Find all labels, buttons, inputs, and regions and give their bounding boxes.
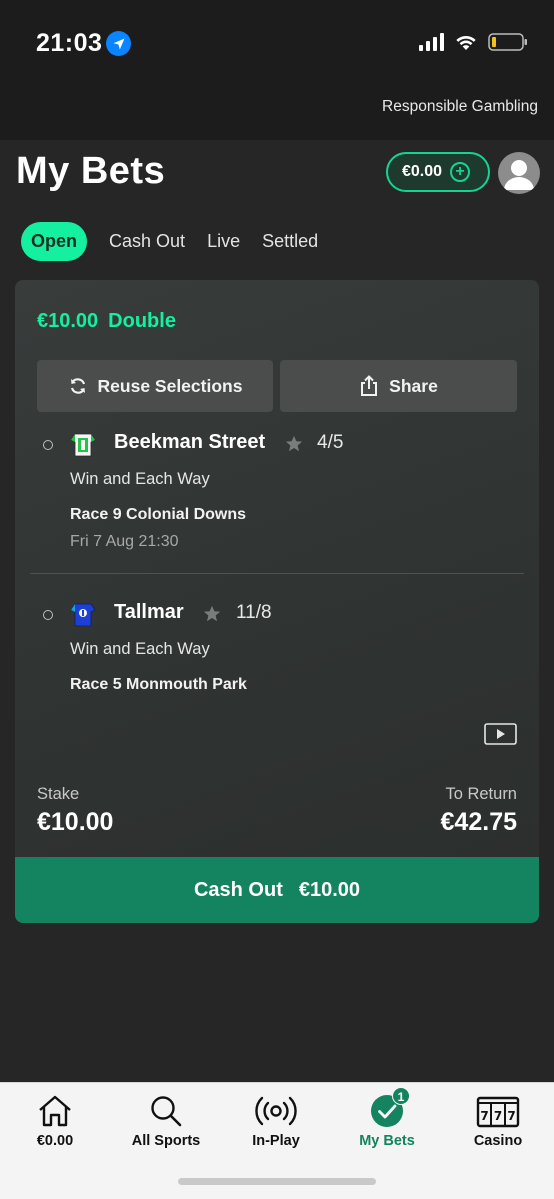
search-icon <box>116 1093 216 1129</box>
selection-market: Win and Each Way <box>70 640 210 658</box>
balance-button[interactable]: €0.00 + <box>386 152 490 192</box>
home-icon <box>5 1093 105 1129</box>
stake-label: Stake <box>37 785 80 803</box>
nav-my-bets-label: My Bets <box>359 1133 415 1149</box>
nav-home-label: €0.00 <box>36 1133 74 1149</box>
home-indicator <box>178 1178 376 1185</box>
selection-status-icon <box>43 440 53 450</box>
tab-open[interactable]: Open <box>21 222 88 261</box>
selection-item: Beekman Street 4/5 Win and Each Way Race… <box>37 430 517 560</box>
selection-item: Tallmar 11/8 Win and Each Way Race 5 Mon… <box>37 600 517 700</box>
selection-odds: 11/8 <box>236 602 272 623</box>
bet-card: €10.00 Double Reuse Selections Share Beek… <box>15 280 539 923</box>
selection-horse-name: Beekman Street <box>114 431 266 453</box>
bet-stake: €10.00 <box>37 310 99 332</box>
status-bar: 21:03 <box>0 0 554 90</box>
stake-value: €10.00 <box>37 808 114 836</box>
refresh-icon <box>70 378 85 394</box>
video-icon[interactable] <box>484 723 517 745</box>
svg-text:7: 7 <box>507 1109 515 1123</box>
slot-machine-icon: 7 7 7 <box>448 1093 548 1129</box>
location-arrow-icon <box>106 31 131 56</box>
selection-date: Fri 7 Aug 21:30 <box>70 533 179 550</box>
plus-icon: + <box>450 162 471 182</box>
status-time: 21:03 <box>36 29 103 57</box>
balance-value: €0.00 <box>402 163 443 180</box>
bet-heading: €10.00 Double <box>37 310 176 333</box>
svg-text:7: 7 <box>480 1109 488 1123</box>
signal-icon <box>419 33 444 51</box>
nav-in-play-label: In-Play <box>252 1133 300 1149</box>
to-return-value: €42.75 <box>440 808 517 836</box>
share-button[interactable]: Share <box>280 360 517 412</box>
reuse-selections-label: Reuse Selections <box>97 375 243 396</box>
nav-all-sports[interactable]: All Sports <box>116 1093 216 1149</box>
nav-all-sports-label: All Sports <box>131 1133 201 1149</box>
bets-tabs: Open Cash Out Live Settled <box>21 222 318 261</box>
star-icon[interactable] <box>285 435 303 453</box>
nav-home[interactable]: €0.00 <box>5 1093 105 1149</box>
system-icons <box>418 32 528 52</box>
selection-race: Race 9 Colonial Downs <box>70 506 247 523</box>
to-return-label: To Return <box>445 785 517 803</box>
share-label: Share <box>389 375 438 396</box>
cash-out-button[interactable]: Cash Out €10.00 <box>15 857 539 923</box>
check-circle-icon <box>337 1093 437 1129</box>
my-bets-badge: 1 <box>392 1087 410 1105</box>
account-avatar[interactable] <box>498 152 540 194</box>
jockey-silks-icon <box>70 603 96 627</box>
svg-text:7: 7 <box>494 1109 502 1123</box>
cash-out-value: €10.00 <box>298 878 361 901</box>
cash-out-label: Cash Out <box>193 878 283 901</box>
nav-casino[interactable]: 7 7 7 Casino <box>448 1093 548 1149</box>
selection-divider <box>30 573 524 574</box>
star-icon[interactable] <box>203 605 221 623</box>
user-icon <box>504 160 534 190</box>
reuse-selections-button[interactable]: Reuse Selections <box>37 360 273 412</box>
tab-cash-out[interactable]: Cash Out <box>109 223 185 260</box>
selection-horse-name: Tallmar <box>114 601 184 623</box>
battery-icon <box>488 33 527 51</box>
nav-my-bets[interactable]: 1 My Bets <box>337 1087 437 1149</box>
tab-live[interactable]: Live <box>207 223 240 260</box>
tab-settled[interactable]: Settled <box>262 223 318 260</box>
selection-market: Win and Each Way <box>70 470 210 488</box>
wifi-icon <box>456 35 476 50</box>
selection-race: Race 5 Monmouth Park <box>70 676 247 693</box>
page-title: My Bets <box>16 150 166 192</box>
jockey-silks-icon <box>70 433 96 457</box>
nav-casino-label: Casino <box>473 1133 523 1149</box>
selection-odds: 4/5 <box>317 432 344 453</box>
nav-in-play[interactable]: In-Play <box>226 1093 326 1149</box>
broadcast-icon <box>226 1093 326 1129</box>
top-bar: Responsible Gambling <box>0 90 554 140</box>
share-icon <box>361 375 378 396</box>
bet-type: Double <box>108 310 176 332</box>
responsible-gambling-link[interactable]: Responsible Gambling <box>382 98 538 116</box>
selection-status-icon <box>43 610 53 620</box>
